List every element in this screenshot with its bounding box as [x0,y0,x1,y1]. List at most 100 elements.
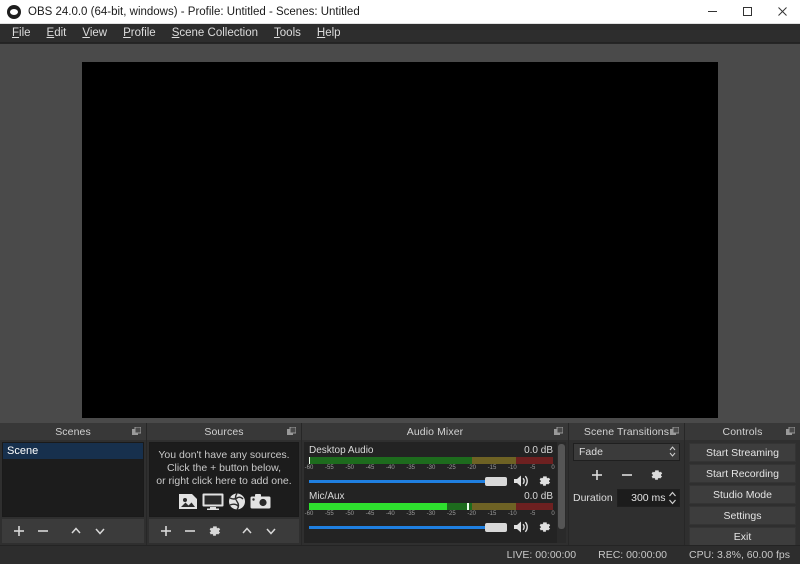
meter-tick-label: -25 [447,510,456,519]
undock-icon[interactable] [554,427,563,436]
settings-button[interactable]: Settings [689,506,796,525]
move-scene-down-button[interactable] [89,521,111,541]
mixer-scrollbar[interactable] [557,442,566,543]
move-source-up-button[interactable] [236,521,258,541]
scene-transitions-dock: Scene Transitions Fade [568,423,684,545]
meter-tick-label: -40 [386,464,395,473]
gear-icon[interactable] [535,475,553,488]
list-item[interactable]: Scene [3,443,143,459]
transition-buttons [573,465,680,485]
transition-select-value: Fade [579,446,603,458]
menu-edit[interactable]: Edit [39,25,75,42]
add-source-button[interactable] [155,521,177,541]
menu-help-accel: H [317,27,325,39]
undock-icon[interactable] [786,427,795,436]
meter-tick-label: -45 [366,510,375,519]
status-cpu-fps: CPU: 3.8%, 60.00 fps [689,549,790,561]
volume-slider-handle[interactable] [485,477,507,486]
menu-view-accel: V [82,27,89,39]
sources-dock: Sources You don't have any sources. Clic… [146,423,301,545]
meter-tick-label: -30 [427,464,436,473]
sources-toolbar [149,519,299,543]
volume-slider[interactable] [309,520,507,534]
meter-tick-label: -50 [345,464,354,473]
move-source-down-button[interactable] [260,521,282,541]
sources-empty-placeholder[interactable]: You don't have any sources. Click the + … [149,442,299,517]
menu-file[interactable]: File [4,25,39,42]
sources-empty-line-3: or right click here to add one. [156,475,291,488]
sources-hint-icons [178,493,271,510]
preview-canvas[interactable] [82,62,718,418]
audio-meter-scale: -60-55-50-45-40-35-30-25-20-15-10-50 [309,510,553,519]
speaker-on-icon[interactable] [512,520,530,534]
sources-empty-line-2: Click the + button below, [167,462,281,475]
meter-tick-label: -5 [530,464,535,473]
transition-properties-button[interactable] [646,465,668,485]
transition-select[interactable]: Fade [573,443,680,461]
audio-mixer-dock: Audio Mixer Desktop Audio 0.0 dB -60-55-… [301,423,568,545]
sources-dock-header: Sources [147,423,301,440]
add-scene-button[interactable] [8,521,30,541]
menu-tools[interactable]: Tools [266,25,309,42]
remove-scene-button[interactable] [32,521,54,541]
obs-main-window: OBS 24.0.0 (64-bit, windows) - Profile: … [0,0,800,564]
meter-tick-label: 0 [551,510,554,519]
audio-track-name: Desktop Audio [309,445,374,456]
gear-icon[interactable] [535,521,553,534]
duration-stepper-arrows[interactable] [668,491,677,505]
undock-icon[interactable] [287,427,296,436]
preview-area[interactable] [0,43,800,423]
dock-row: Scenes Scene S [0,423,800,545]
volume-slider-handle[interactable] [485,523,507,532]
audio-track-volume-db: 0.0 dB [524,491,553,502]
meter-tick-label: -20 [467,510,476,519]
audio-track-header: Mic/Aux 0.0 dB [309,491,553,502]
scene-transitions-dock-header: Scene Transitions [569,423,684,440]
undock-icon[interactable] [132,427,141,436]
mixer-scrollbar-thumb[interactable] [558,444,565,529]
exit-button[interactable]: Exit [689,527,796,546]
transition-select-arrows[interactable] [669,446,676,457]
undock-icon[interactable] [670,427,679,436]
obs-logo-icon [7,5,21,19]
menu-profile[interactable]: Profile [115,25,164,42]
scenes-dock: Scenes Scene [0,423,146,545]
duration-label: Duration [573,492,613,504]
start-streaming-button[interactable]: Start Streaming [689,443,796,462]
duration-stepper[interactable]: 300 ms [617,489,680,507]
maximize-icon[interactable] [730,0,765,24]
menu-view-rest: iew [90,27,107,39]
menu-edit-rest: dit [54,27,66,39]
studio-mode-button[interactable]: Studio Mode [689,485,796,504]
volume-slider[interactable] [309,474,507,488]
meter-tick-label: -60 [305,510,314,519]
status-rec-time: REC: 00:00:00 [598,549,667,561]
menu-tools-rest: ools [280,27,301,39]
start-recording-button[interactable]: Start Recording [689,464,796,483]
menu-help[interactable]: Help [309,25,349,42]
audio-track: Mic/Aux 0.0 dB -60-55-50-45-40-35-30-25-… [309,491,553,534]
speaker-on-icon[interactable] [512,474,530,488]
scene-transitions-dock-title: Scene Transitions [584,426,669,438]
remove-transition-button[interactable] [616,465,638,485]
remove-source-button[interactable] [179,521,201,541]
meter-tick-label: -10 [508,464,517,473]
move-scene-up-button[interactable] [65,521,87,541]
scene-item-label: Scene [7,445,38,457]
add-transition-button[interactable] [586,465,608,485]
scenes-dock-body: Scene [0,440,146,545]
menu-file-rest: ile [19,27,31,39]
meter-tick-label: -45 [366,464,375,473]
menu-scene-collection[interactable]: Scene Collection [164,25,266,42]
meter-tick-label: -15 [488,510,497,519]
scenes-dock-header: Scenes [0,423,146,440]
browser-source-icon [228,493,246,510]
controls-dock-header: Controls [685,423,800,440]
sources-dock-title: Sources [204,426,243,438]
menu-view[interactable]: View [74,25,115,42]
audio-track-controls [309,520,553,534]
source-properties-button[interactable] [203,521,225,541]
minimize-icon[interactable] [695,0,730,24]
close-icon[interactable] [765,0,800,24]
scenes-list[interactable]: Scene [2,442,144,517]
